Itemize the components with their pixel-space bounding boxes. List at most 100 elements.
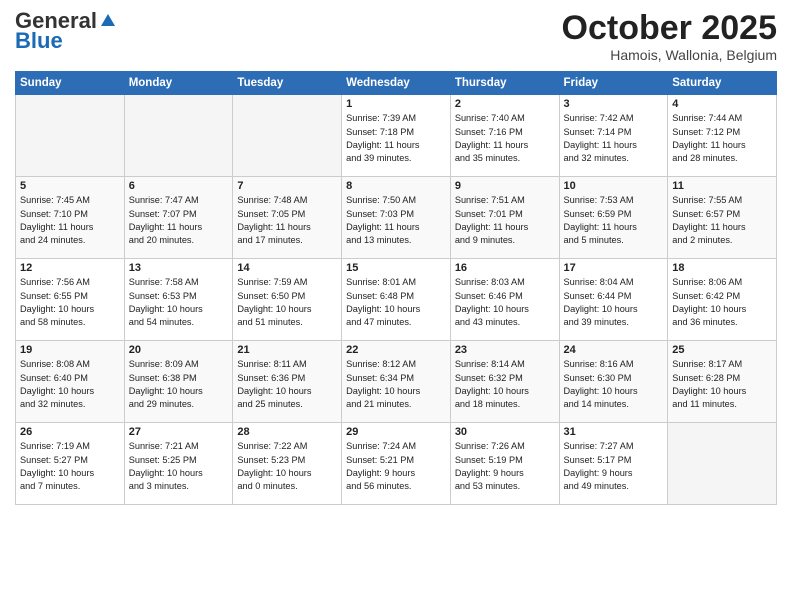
calendar-cell	[124, 95, 233, 177]
calendar-cell: 17Sunrise: 8:04 AMSunset: 6:44 PMDayligh…	[559, 259, 668, 341]
calendar-cell: 24Sunrise: 8:16 AMSunset: 6:30 PMDayligh…	[559, 341, 668, 423]
weekday-header-row: SundayMondayTuesdayWednesdayThursdayFrid…	[16, 72, 777, 95]
day-number: 8	[346, 180, 446, 192]
day-number: 2	[455, 98, 555, 110]
calendar-cell: 7 Sunrise: 7:48 AMSunset: 7:05 PMDaylight…	[233, 177, 342, 259]
day-info: Sunrise: 7:51 AMSunset: 7:01 PMDaylight:…	[455, 194, 555, 247]
day-info: Sunrise: 7:53 AMSunset: 6:59 PMDaylight:…	[564, 194, 664, 247]
day-number: 4	[672, 98, 772, 110]
day-number: 25	[672, 344, 772, 356]
day-info: Sunrise: 7:56 AMSunset: 6:55 PMDaylight:…	[20, 276, 120, 329]
calendar-cell: 31 Sunrise: 7:27 AMSunset: 5:17 PMDayligh…	[559, 423, 668, 505]
day-number: 30	[455, 426, 555, 438]
day-info: Sunrise: 7:21 AMSunset: 5:25 PMDaylight:…	[129, 440, 229, 493]
day-info: Sunrise: 8:11 AMSunset: 6:36 PMDaylight:…	[237, 358, 337, 411]
calendar-cell: 3Sunrise: 7:42 AMSunset: 7:14 PMDaylight…	[559, 95, 668, 177]
calendar-cell: 13 Sunrise: 7:58 AMSunset: 6:53 PMDayligh…	[124, 259, 233, 341]
day-number: 12	[20, 262, 120, 274]
weekday-header-friday: Friday	[559, 72, 668, 95]
day-info: Sunrise: 8:01 AMSunset: 6:48 PMDaylight:…	[346, 276, 446, 329]
calendar-cell: 6Sunrise: 7:47 AMSunset: 7:07 PMDaylight…	[124, 177, 233, 259]
calendar-cell: 11Sunrise: 7:55 AMSunset: 6:57 PMDayligh…	[668, 177, 777, 259]
calendar-cell: 15 Sunrise: 8:01 AMSunset: 6:48 PMDayligh…	[342, 259, 451, 341]
calendar-cell	[668, 423, 777, 505]
calendar-cell: 23 Sunrise: 8:14 AMSunset: 6:32 PMDayligh…	[450, 341, 559, 423]
day-number: 27	[129, 426, 229, 438]
day-number: 28	[237, 426, 337, 438]
calendar-cell: 21 Sunrise: 8:11 AMSunset: 6:36 PMDayligh…	[233, 341, 342, 423]
title-block: October 2025 Hamois, Wallonia, Belgium	[562, 10, 777, 63]
page-container: General Blue October 2025 Hamois, Wallon…	[0, 0, 792, 513]
logo-blue-text: Blue	[15, 30, 63, 52]
day-info: Sunrise: 7:27 AMSunset: 5:17 PMDaylight:…	[564, 440, 664, 493]
month-title: October 2025	[562, 10, 777, 47]
day-info: Sunrise: 7:55 AMSunset: 6:57 PMDaylight:…	[672, 194, 772, 247]
day-number: 29	[346, 426, 446, 438]
calendar-cell: 12 Sunrise: 7:56 AMSunset: 6:55 PMDayligh…	[16, 259, 125, 341]
day-number: 31	[564, 426, 664, 438]
day-info: Sunrise: 8:14 AMSunset: 6:32 PMDaylight:…	[455, 358, 555, 411]
day-number: 7	[237, 180, 337, 192]
day-number: 22	[346, 344, 446, 356]
calendar-cell: 27 Sunrise: 7:21 AMSunset: 5:25 PMDayligh…	[124, 423, 233, 505]
day-number: 14	[237, 262, 337, 274]
day-number: 23	[455, 344, 555, 356]
day-number: 13	[129, 262, 229, 274]
day-number: 21	[237, 344, 337, 356]
calendar-cell: 28 Sunrise: 7:22 AMSunset: 5:23 PMDayligh…	[233, 423, 342, 505]
calendar-cell: 14 Sunrise: 7:59 AMSunset: 6:50 PMDayligh…	[233, 259, 342, 341]
calendar-cell: 25 Sunrise: 8:17 AMSunset: 6:28 PMDayligh…	[668, 341, 777, 423]
day-info: Sunrise: 7:58 AMSunset: 6:53 PMDaylight:…	[129, 276, 229, 329]
calendar-table: SundayMondayTuesdayWednesdayThursdayFrid…	[15, 71, 777, 505]
day-number: 16	[455, 262, 555, 274]
day-number: 5	[20, 180, 120, 192]
day-info: Sunrise: 7:45 AMSunset: 7:10 PMDaylight:…	[20, 194, 120, 247]
calendar-cell	[16, 95, 125, 177]
logo: General Blue	[15, 10, 117, 52]
calendar-cell: 5 Sunrise: 7:45 AMSunset: 7:10 PMDaylight…	[16, 177, 125, 259]
day-info: Sunrise: 8:12 AMSunset: 6:34 PMDaylight:…	[346, 358, 446, 411]
location: Hamois, Wallonia, Belgium	[562, 47, 777, 63]
day-info: Sunrise: 7:42 AMSunset: 7:14 PMDaylight:…	[564, 112, 664, 165]
calendar-week-3: 12 Sunrise: 7:56 AMSunset: 6:55 PMDayligh…	[16, 259, 777, 341]
calendar-cell: 30 Sunrise: 7:26 AMSunset: 5:19 PMDayligh…	[450, 423, 559, 505]
calendar-week-1: 1Sunrise: 7:39 AMSunset: 7:18 PMDaylight…	[16, 95, 777, 177]
calendar-cell: 8 Sunrise: 7:50 AMSunset: 7:03 PMDaylight…	[342, 177, 451, 259]
calendar-cell: 16 Sunrise: 8:03 AMSunset: 6:46 PMDayligh…	[450, 259, 559, 341]
day-info: Sunrise: 8:08 AMSunset: 6:40 PMDaylight:…	[20, 358, 120, 411]
day-info: Sunrise: 7:59 AMSunset: 6:50 PMDaylight:…	[237, 276, 337, 329]
day-info: Sunrise: 7:48 AMSunset: 7:05 PMDaylight:…	[237, 194, 337, 247]
day-info: Sunrise: 8:03 AMSunset: 6:46 PMDaylight:…	[455, 276, 555, 329]
weekday-header-wednesday: Wednesday	[342, 72, 451, 95]
day-info: Sunrise: 8:04 AMSunset: 6:44 PMDaylight:…	[564, 276, 664, 329]
weekday-header-sunday: Sunday	[16, 72, 125, 95]
weekday-header-tuesday: Tuesday	[233, 72, 342, 95]
calendar-cell: 1Sunrise: 7:39 AMSunset: 7:18 PMDaylight…	[342, 95, 451, 177]
calendar-cell: 29Sunrise: 7:24 AMSunset: 5:21 PMDayligh…	[342, 423, 451, 505]
logo-icon	[99, 12, 117, 30]
day-number: 15	[346, 262, 446, 274]
day-info: Sunrise: 7:22 AMSunset: 5:23 PMDaylight:…	[237, 440, 337, 493]
day-number: 10	[564, 180, 664, 192]
calendar-cell: 4 Sunrise: 7:44 AMSunset: 7:12 PMDaylight…	[668, 95, 777, 177]
day-info: Sunrise: 8:17 AMSunset: 6:28 PMDaylight:…	[672, 358, 772, 411]
calendar-cell: 26 Sunrise: 7:19 AMSunset: 5:27 PMDayligh…	[16, 423, 125, 505]
day-number: 26	[20, 426, 120, 438]
day-number: 1	[346, 98, 446, 110]
calendar-cell: 18 Sunrise: 8:06 AMSunset: 6:42 PMDayligh…	[668, 259, 777, 341]
calendar-cell: 9Sunrise: 7:51 AMSunset: 7:01 PMDaylight…	[450, 177, 559, 259]
calendar-cell: 2Sunrise: 7:40 AMSunset: 7:16 PMDaylight…	[450, 95, 559, 177]
day-info: Sunrise: 7:47 AMSunset: 7:07 PMDaylight:…	[129, 194, 229, 247]
day-info: Sunrise: 7:19 AMSunset: 5:27 PMDaylight:…	[20, 440, 120, 493]
day-info: Sunrise: 7:50 AMSunset: 7:03 PMDaylight:…	[346, 194, 446, 247]
day-number: 19	[20, 344, 120, 356]
day-info: Sunrise: 8:16 AMSunset: 6:30 PMDaylight:…	[564, 358, 664, 411]
day-number: 18	[672, 262, 772, 274]
calendar-cell	[233, 95, 342, 177]
page-header: General Blue October 2025 Hamois, Wallon…	[15, 10, 777, 63]
day-number: 20	[129, 344, 229, 356]
day-info: Sunrise: 8:06 AMSunset: 6:42 PMDaylight:…	[672, 276, 772, 329]
day-info: Sunrise: 7:44 AMSunset: 7:12 PMDaylight:…	[672, 112, 772, 165]
calendar-week-4: 19 Sunrise: 8:08 AMSunset: 6:40 PMDayligh…	[16, 341, 777, 423]
day-info: Sunrise: 7:26 AMSunset: 5:19 PMDaylight:…	[455, 440, 555, 493]
